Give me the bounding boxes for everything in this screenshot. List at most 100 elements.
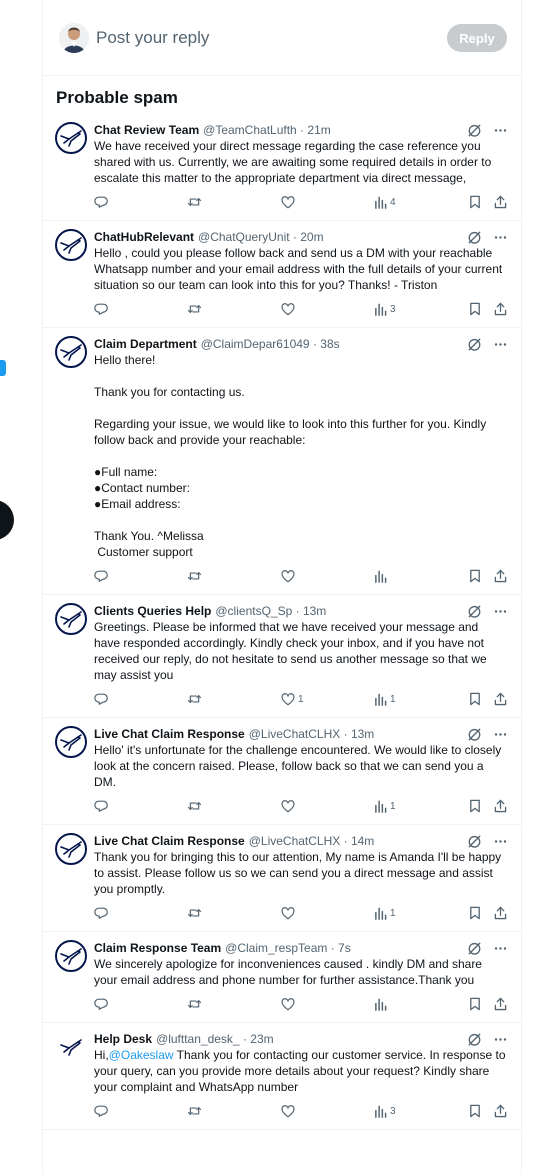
views-action[interactable] — [374, 997, 390, 1011]
reply-action[interactable] — [94, 302, 108, 316]
like-action[interactable] — [281, 195, 298, 209]
reply-post[interactable]: Live Chat Claim Response @LiveChatCLHX ·… — [43, 825, 521, 932]
bookmark-action[interactable] — [469, 1104, 481, 1118]
views-action[interactable]: 1 — [374, 906, 396, 920]
more-icon[interactable] — [494, 1033, 507, 1046]
views-action[interactable] — [374, 569, 390, 583]
reply-action[interactable] — [94, 692, 108, 706]
post-time[interactable]: 20m — [300, 230, 323, 244]
like-action[interactable] — [281, 997, 298, 1011]
author-handle[interactable]: @LiveChatCLHX — [249, 727, 341, 741]
author-name[interactable]: Clients Queries Help — [94, 603, 211, 619]
more-icon[interactable] — [494, 728, 507, 741]
like-action[interactable] — [281, 799, 298, 813]
views-action[interactable]: 4 — [374, 195, 396, 209]
reply-action[interactable] — [94, 799, 108, 813]
reply-action[interactable] — [94, 569, 108, 583]
reply-action[interactable] — [94, 906, 108, 920]
reply-action[interactable] — [94, 997, 108, 1011]
bookmark-action[interactable] — [469, 302, 481, 316]
bookmark-action[interactable] — [469, 906, 481, 920]
share-action[interactable] — [494, 302, 507, 316]
grok-icon[interactable] — [467, 337, 482, 352]
post-time[interactable]: 21m — [307, 123, 330, 137]
post-time[interactable]: 13m — [303, 604, 326, 618]
reply-input[interactable]: Post your reply — [96, 28, 209, 48]
views-action[interactable]: 3 — [374, 302, 396, 316]
reply-post[interactable]: ChatHubRelevant @ChatQueryUnit · 20m Hel… — [43, 221, 521, 328]
more-icon[interactable] — [494, 605, 507, 618]
avatar[interactable] — [55, 229, 87, 261]
post-time[interactable]: 38s — [320, 337, 339, 351]
reply-button[interactable]: Reply — [447, 24, 507, 52]
bookmark-action[interactable] — [469, 195, 481, 209]
reply-post[interactable]: Help Desk @lufttan_desk_ · 23m Hi,@Oakes… — [43, 1023, 521, 1130]
author-name[interactable]: Claim Department — [94, 336, 197, 352]
author-name[interactable]: ChatHubRelevant — [94, 229, 194, 245]
post-time[interactable]: 14m — [351, 834, 374, 848]
bookmark-action[interactable] — [469, 692, 481, 706]
grok-icon[interactable] — [467, 230, 482, 245]
author-name[interactable]: Live Chat Claim Response — [94, 833, 245, 849]
grok-icon[interactable] — [467, 1032, 482, 1047]
share-action[interactable] — [494, 799, 507, 813]
avatar[interactable] — [55, 726, 87, 758]
author-handle[interactable]: @clientsQ_Sp — [215, 604, 292, 618]
repost-action[interactable] — [187, 302, 202, 316]
share-action[interactable] — [494, 692, 507, 706]
reply-post[interactable]: Live Chat Claim Response @LiveChatCLHX ·… — [43, 718, 521, 825]
bookmark-action[interactable] — [469, 569, 481, 583]
reply-action[interactable] — [94, 1104, 108, 1118]
avatar[interactable] — [55, 940, 87, 972]
share-action[interactable] — [494, 569, 507, 583]
floating-button-edge[interactable] — [0, 500, 14, 540]
author-name[interactable]: Help Desk — [94, 1031, 152, 1047]
reply-post[interactable]: Claim Department @ClaimDepar61049 · 38s … — [43, 328, 521, 595]
repost-action[interactable] — [187, 569, 202, 583]
reply-post[interactable]: Claim Response Team @Claim_respTeam · 7s… — [43, 932, 521, 1023]
author-handle[interactable]: @lufttan_desk_ — [156, 1032, 240, 1046]
grok-icon[interactable] — [467, 123, 482, 138]
grok-icon[interactable] — [467, 727, 482, 742]
like-action[interactable]: 1 — [281, 692, 304, 706]
grok-icon[interactable] — [467, 604, 482, 619]
avatar[interactable] — [55, 122, 87, 154]
reply-post[interactable]: Chat Review Team @TeamChatLufth · 21m We… — [43, 114, 521, 221]
repost-action[interactable] — [187, 692, 202, 706]
repost-action[interactable] — [187, 906, 202, 920]
grok-icon[interactable] — [467, 941, 482, 956]
avatar[interactable] — [59, 23, 89, 53]
share-action[interactable] — [494, 906, 507, 920]
avatar[interactable] — [55, 1031, 87, 1063]
share-action[interactable] — [494, 1104, 507, 1118]
bookmark-action[interactable] — [469, 997, 481, 1011]
author-handle[interactable]: @LiveChatCLHX — [249, 834, 341, 848]
reply-post[interactable]: Clients Queries Help @clientsQ_Sp · 13m … — [43, 595, 521, 718]
author-handle[interactable]: @ChatQueryUnit — [198, 230, 290, 244]
like-action[interactable] — [281, 1104, 298, 1118]
bookmark-action[interactable] — [469, 799, 481, 813]
like-action[interactable] — [281, 906, 298, 920]
author-name[interactable]: Live Chat Claim Response — [94, 726, 245, 742]
more-icon[interactable] — [494, 231, 507, 244]
more-icon[interactable] — [494, 124, 507, 137]
more-icon[interactable] — [494, 338, 507, 351]
more-icon[interactable] — [494, 835, 507, 848]
share-action[interactable] — [494, 997, 507, 1011]
grok-icon[interactable] — [467, 834, 482, 849]
author-handle[interactable]: @Claim_respTeam — [225, 941, 327, 955]
post-time[interactable]: 13m — [351, 727, 374, 741]
like-action[interactable] — [281, 569, 298, 583]
author-handle[interactable]: @ClaimDepar61049 — [201, 337, 310, 351]
share-action[interactable] — [494, 195, 507, 209]
avatar[interactable] — [55, 336, 87, 368]
more-icon[interactable] — [494, 942, 507, 955]
repost-action[interactable] — [187, 799, 202, 813]
reply-action[interactable] — [94, 195, 108, 209]
repost-action[interactable] — [187, 195, 202, 209]
avatar[interactable] — [55, 833, 87, 865]
post-time[interactable]: 7s — [338, 941, 351, 955]
views-action[interactable]: 1 — [374, 799, 396, 813]
views-action[interactable]: 1 — [374, 692, 396, 706]
repost-action[interactable] — [187, 997, 202, 1011]
